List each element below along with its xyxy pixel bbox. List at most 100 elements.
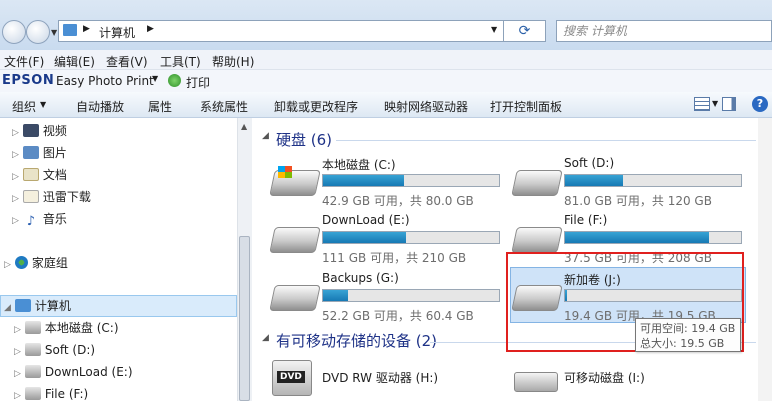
drive-icon <box>24 321 41 334</box>
menu-tools[interactable]: 工具(T) <box>160 53 201 70</box>
breadcrumb-arrow-icon[interactable]: ▶ <box>147 24 154 34</box>
menu-view[interactable]: 查看(V) <box>106 53 148 70</box>
preview-pane-icon[interactable] <box>722 97 736 111</box>
computer-icon <box>14 299 31 312</box>
back-button[interactable] <box>2 20 26 44</box>
drive-icon <box>24 343 41 356</box>
drive-icon <box>24 365 41 378</box>
drive-name: Backups (G:) <box>322 271 399 285</box>
easy-photo-print-button[interactable]: Easy Photo Print <box>56 74 154 88</box>
nav-item-drive-e[interactable]: ▷ DownLoad (E:) <box>14 363 133 381</box>
nav-item-drive-f[interactable]: ▷ File (F:) <box>14 385 88 403</box>
drive-usage-bar <box>322 231 500 244</box>
view-dropdown-icon[interactable]: ▼ <box>712 99 718 108</box>
drive-name: 本地磁盘 (C:) <box>322 158 396 172</box>
menu-file[interactable]: 文件(F) <box>4 53 44 70</box>
drive-icon <box>24 387 41 400</box>
nav-item-documents[interactable]: ▷ 文档 <box>12 166 67 184</box>
pictures-library-icon <box>22 146 39 159</box>
content-scrollbar[interactable] <box>758 118 772 401</box>
nav-item-homegroup[interactable]: ▷ 家庭组 <box>4 254 68 272</box>
menu-bar: 文件(F) 编辑(E) 查看(V) 工具(T) 帮助(H) <box>0 50 772 70</box>
drive-usage-fill <box>323 232 406 243</box>
epson-logo: EPSON <box>2 73 55 88</box>
address-bar[interactable]: ▶ 计算机 ▶ ▼ <box>58 20 504 42</box>
drive-name: Soft (D:) <box>564 156 615 170</box>
properties-button[interactable]: 属性 <box>148 98 172 115</box>
map-network-drive-button[interactable]: 映射网络驱动器 <box>384 98 468 115</box>
hard-drive-icon <box>269 170 321 196</box>
nav-scrollbar-thumb[interactable] <box>239 236 250 401</box>
hard-drive-icon <box>511 227 563 253</box>
windows-logo-icon <box>278 166 292 178</box>
drive-tile-g[interactable]: Backups (G:) 52.2 GB 可用，共 60.4 GB <box>269 271 508 329</box>
music-library-icon: ♪ <box>26 214 36 229</box>
forward-button[interactable] <box>26 20 50 44</box>
chevron-down-icon[interactable]: ▼ <box>40 100 46 109</box>
help-icon[interactable]: ? <box>752 96 768 112</box>
nav-item-drive-d[interactable]: ▷ Soft (D:) <box>14 341 95 359</box>
autoplay-button[interactable]: 自动播放 <box>76 98 124 115</box>
collapse-icon[interactable]: ◢ <box>262 333 269 343</box>
drive-tile-d[interactable]: Soft (D:) 81.0 GB 可用，共 120 GB <box>511 156 750 214</box>
video-library-icon <box>22 124 39 137</box>
documents-library-icon <box>22 168 39 181</box>
nav-item-music[interactable]: ▷ ♪ 音乐 <box>12 210 67 228</box>
hard-drive-icon <box>511 170 563 196</box>
section-header-hdd[interactable]: 硬盘 (6) <box>276 129 332 150</box>
print-icon <box>168 74 181 87</box>
refresh-button[interactable]: ⟳ <box>504 20 546 42</box>
epson-toolbar: EPSON Easy Photo Print ▼ 打印 <box>0 70 772 92</box>
drive-usage-fill <box>565 232 710 243</box>
menu-edit[interactable]: 编辑(E) <box>54 53 95 70</box>
print-button[interactable]: 打印 <box>186 74 210 91</box>
breadcrumb-computer[interactable]: 计算机 <box>99 24 135 41</box>
tooltip-free-space: 可用空间: 19.4 GB <box>640 322 736 335</box>
search-input[interactable]: 搜索 计算机 <box>556 20 772 42</box>
section-header-removable[interactable]: 有可移动存储的设备 (2) <box>276 330 437 351</box>
breadcrumb-arrow-icon[interactable]: ▶ <box>83 24 90 34</box>
homegroup-icon <box>14 256 28 269</box>
chevron-down-icon[interactable]: ▼ <box>152 74 158 83</box>
hard-drive-icon <box>269 227 321 253</box>
drive-usage-fill <box>323 290 348 301</box>
nav-item-computer[interactable]: ◢ 计算机 <box>4 297 71 315</box>
drive-usage-text: 52.2 GB 可用，共 60.4 GB <box>322 309 474 323</box>
drive-usage-bar <box>322 289 500 302</box>
system-properties-button[interactable]: 系统属性 <box>200 98 248 115</box>
drive-usage-fill <box>323 175 404 186</box>
section-divider <box>336 140 756 141</box>
command-bar: 组织 ▼ 自动播放 属性 系统属性 卸载或更改程序 映射网络驱动器 打开控制面板… <box>0 92 772 118</box>
organize-button[interactable]: 组织 <box>12 98 36 115</box>
drive-name-removable[interactable]: 可移动磁盘 (I:) <box>564 369 645 386</box>
menu-help[interactable]: 帮助(H) <box>212 53 254 70</box>
collapse-icon[interactable]: ◢ <box>262 131 269 141</box>
downloads-library-icon <box>22 190 39 203</box>
drive-tile-e[interactable]: DownLoad (E:) 111 GB 可用，共 210 GB <box>269 213 508 271</box>
nav-item-drive-c[interactable]: ▷ 本地磁盘 (C:) <box>14 319 119 337</box>
history-dropdown-icon[interactable]: ▼ <box>51 28 57 37</box>
tooltip-total-size: 总大小: 19.5 GB <box>640 337 725 350</box>
view-options-icon[interactable] <box>694 97 710 111</box>
drive-tile-c[interactable]: 本地磁盘 (C:) 42.9 GB 可用，共 80.0 GB <box>269 156 508 214</box>
drive-usage-bar <box>322 174 500 187</box>
scroll-up-icon[interactable]: ▲ <box>241 122 247 131</box>
drive-name: DownLoad (E:) <box>322 213 410 227</box>
drive-name-dvd[interactable]: DVD RW 驱动器 (H:) <box>322 369 438 386</box>
computer-icon <box>63 24 77 36</box>
removable-disk-icon <box>514 372 558 392</box>
uninstall-program-button[interactable]: 卸载或更改程序 <box>274 98 358 115</box>
address-row: ▼ ▶ 计算机 ▶ ▼ ⟳ 搜索 计算机 <box>0 0 772 50</box>
nav-item-videos[interactable]: ▷ 视频 <box>12 122 67 140</box>
drive-usage-text: 42.9 GB 可用，共 80.0 GB <box>322 194 474 208</box>
address-dropdown-icon[interactable]: ▼ <box>491 25 497 34</box>
nav-item-thunder-downloads[interactable]: ▷ 迅雷下载 <box>12 188 91 206</box>
open-control-panel-button[interactable]: 打开控制面板 <box>490 98 562 115</box>
drive-tooltip: 可用空间: 19.4 GB 总大小: 19.5 GB <box>635 318 741 352</box>
drive-usage-text: 81.0 GB 可用，共 120 GB <box>564 194 712 208</box>
drive-usage-bar <box>564 174 742 187</box>
nav-item-pictures[interactable]: ▷ 图片 <box>12 144 67 162</box>
drive-usage-text: 111 GB 可用，共 210 GB <box>322 251 467 265</box>
dvd-drive-icon: DVD <box>272 360 312 396</box>
hard-drive-icon <box>269 285 321 311</box>
